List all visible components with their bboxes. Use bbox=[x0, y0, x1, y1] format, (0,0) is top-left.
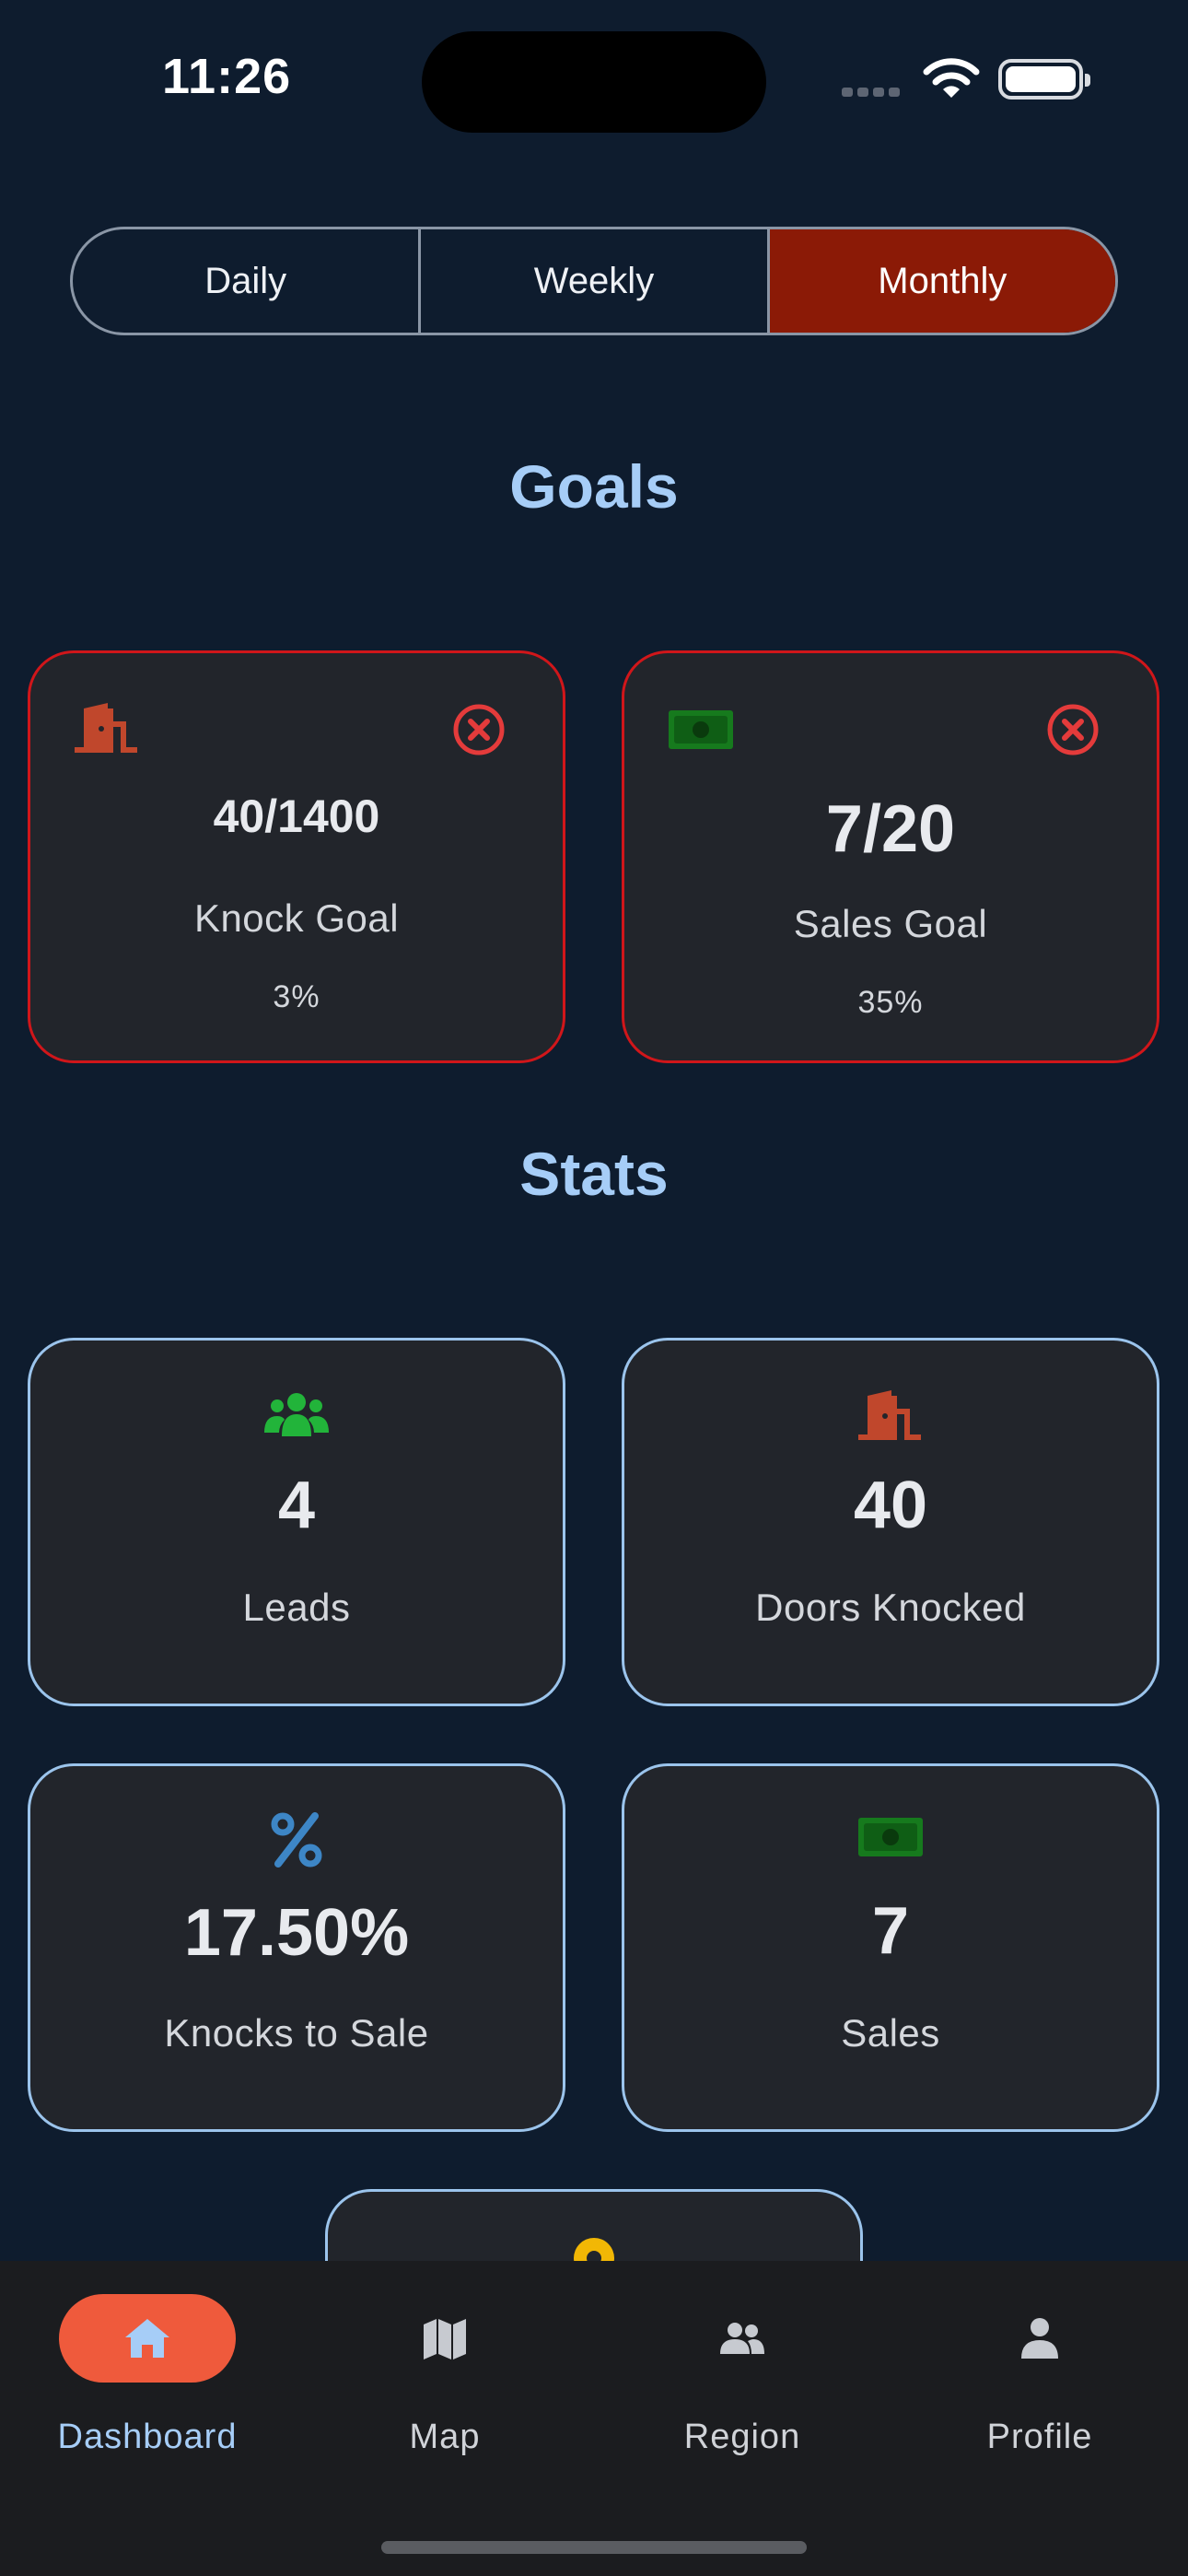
sales-goal-percent: 35% bbox=[857, 985, 924, 1020]
map-icon bbox=[424, 2319, 466, 2359]
status-bar: 11:26 bbox=[0, 0, 1188, 147]
nav-dashboard-label: Dashboard bbox=[57, 2418, 238, 2456]
person-icon bbox=[1021, 2318, 1058, 2359]
sales-card[interactable]: 7 Sales bbox=[622, 1763, 1159, 2132]
stats-title: Stats bbox=[519, 1140, 669, 1208]
home-icon bbox=[125, 2319, 169, 2358]
sales-value: 7 bbox=[871, 1894, 910, 1968]
dashboard-screen: 11:26 Daily Weekly Monthly Goals 40/1400… bbox=[0, 0, 1188, 2576]
doors-knocked-card[interactable]: 40 Doors Knocked bbox=[622, 1338, 1159, 1706]
door-icon bbox=[858, 1390, 921, 1440]
sales-goal-card[interactable]: 7/20 Sales Goal 35% bbox=[622, 650, 1159, 1063]
cellular-signal-icon bbox=[842, 85, 906, 97]
dynamic-island bbox=[422, 31, 766, 133]
leads-value: 4 bbox=[277, 1469, 316, 1542]
leads-card[interactable]: 4 Leads bbox=[28, 1338, 565, 1706]
sales-label: Sales bbox=[841, 2011, 940, 2055]
home-indicator bbox=[381, 2541, 807, 2554]
money-icon bbox=[858, 1818, 923, 1856]
sales-goal-value: 7/20 bbox=[825, 792, 956, 866]
leads-label: Leads bbox=[242, 1586, 351, 1629]
doors-knocked-label: Doors Knocked bbox=[755, 1586, 1026, 1629]
knock-goal-percent: 3% bbox=[273, 979, 320, 1014]
knocks-to-sale-card[interactable]: 17.50% Knocks to Sale bbox=[28, 1763, 565, 2132]
knocks-to-sale-value: 17.50% bbox=[183, 1896, 410, 1970]
knock-goal-label: Knock Goal bbox=[193, 896, 400, 940]
nav-profile[interactable]: Profile bbox=[929, 2294, 1150, 2478]
money-icon bbox=[669, 710, 733, 749]
knock-goal-card[interactable]: 40/1400 Knock Goal 3% bbox=[28, 650, 565, 1063]
period-segmented-control: Daily Weekly Monthly bbox=[70, 227, 1118, 335]
knock-goal-value: 40/1400 bbox=[213, 790, 380, 842]
nav-dashboard[interactable]: Dashboard bbox=[37, 2294, 258, 2478]
nav-region-label: Region bbox=[683, 2418, 801, 2456]
doors-knocked-value: 40 bbox=[853, 1469, 928, 1542]
door-icon bbox=[75, 703, 137, 753]
percent-icon bbox=[271, 1812, 322, 1868]
nav-region[interactable]: Region bbox=[632, 2294, 853, 2478]
battery-icon bbox=[998, 59, 1090, 100]
group-icon bbox=[264, 1393, 329, 1436]
close-circle-icon bbox=[453, 704, 505, 755]
wifi-icon bbox=[923, 58, 980, 98]
people-icon bbox=[720, 2323, 764, 2354]
status-time: 11:26 bbox=[162, 49, 292, 104]
knocks-to-sale-label: Knocks to Sale bbox=[164, 2011, 429, 2055]
nav-profile-label: Profile bbox=[986, 2418, 1093, 2456]
sales-goal-label: Sales Goal bbox=[793, 902, 988, 945]
tab-monthly[interactable]: Monthly bbox=[769, 229, 1115, 333]
close-circle-icon bbox=[1047, 704, 1099, 755]
nav-map-label: Map bbox=[409, 2418, 481, 2456]
tab-weekly[interactable]: Weekly bbox=[421, 229, 770, 333]
goals-title: Goals bbox=[509, 452, 679, 521]
bottom-navigation: Dashboard Map Region Profile bbox=[0, 2261, 1188, 2576]
tab-daily[interactable]: Daily bbox=[73, 229, 422, 333]
nav-map[interactable]: Map bbox=[334, 2294, 555, 2478]
